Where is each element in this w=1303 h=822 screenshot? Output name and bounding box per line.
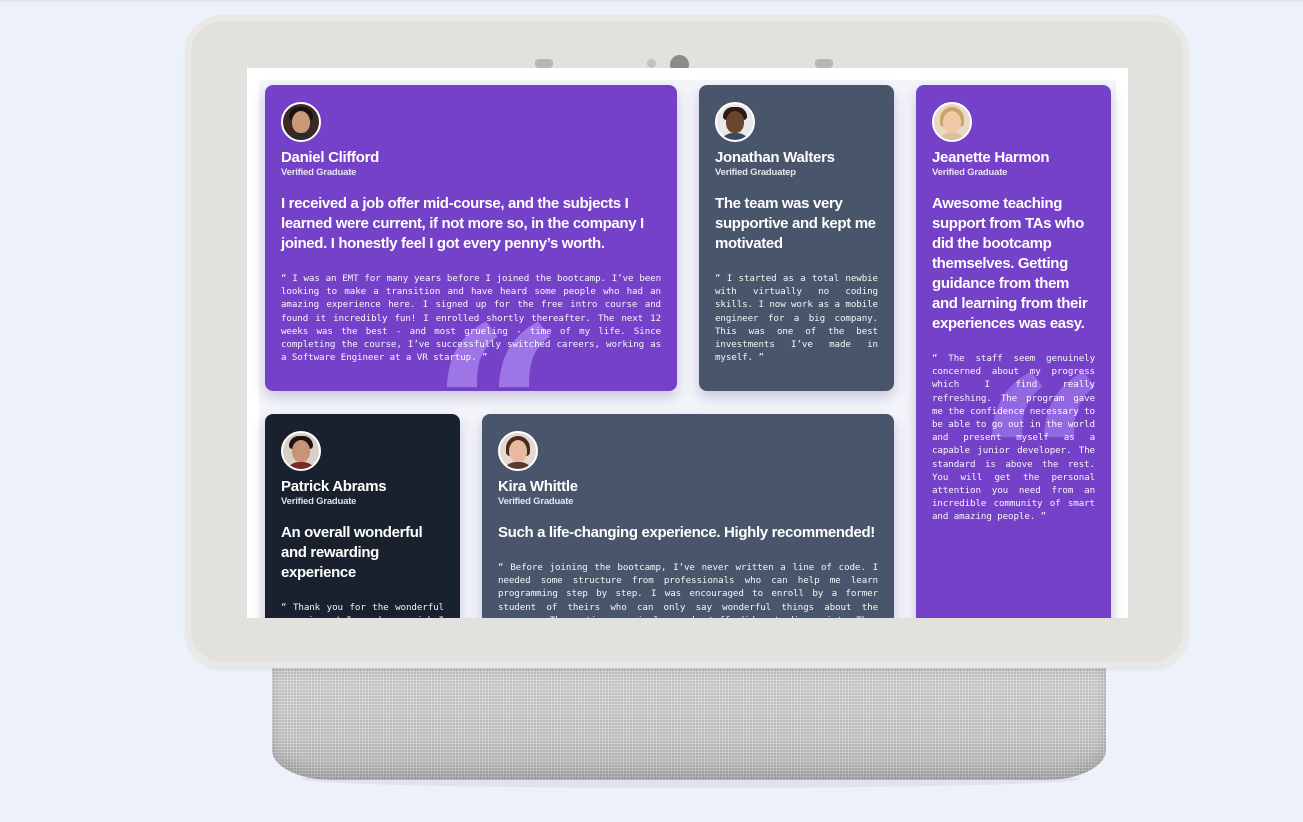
testimonial-body: “ I started as a total newbie with virtu…: [715, 273, 878, 364]
testimonial-name: Patrick Abrams: [281, 478, 387, 495]
page-top-border: [0, 0, 1303, 2]
testimonial-role: Verified Graduate: [498, 496, 574, 507]
testimonial-card-patrick: Patrick Abrams Verified Graduate An over…: [265, 414, 460, 618]
testimonial-role: Verified Graduate: [281, 496, 357, 507]
microphone-slot-left: [535, 59, 553, 68]
testimonial-name: Jonathan Walters: [715, 149, 835, 166]
microphone-slot-right: [815, 59, 833, 68]
testimonial-headline: I received a job offer mid-course, and t…: [281, 195, 644, 252]
testimonial-role: Verified Graduate: [281, 167, 357, 178]
testimonial-name: Jeanette Harmon: [932, 149, 1050, 166]
testimonial-headline: Awesome teaching support from TAs who di…: [932, 195, 1088, 332]
testimonial-card-kira: Kira Whittle Verified Graduate Such a li…: [482, 414, 894, 618]
testimonial-body: “ I was an EMT for many years before I j…: [281, 273, 661, 364]
testimonial-card-daniel: “ Daniel Clifford Verified Graduate I re…: [265, 85, 677, 391]
testimonial-role: Verified Graduatep: [715, 167, 796, 178]
ambient-light-sensor: [647, 59, 656, 68]
testimonial-name: Daniel Clifford: [281, 149, 380, 166]
testimonial-card-jonathan: Jonathan Walters Verified Graduatep The …: [699, 85, 894, 391]
avatar: [281, 102, 321, 142]
testimonial-name: Kira Whittle: [498, 478, 578, 495]
avatar: [932, 102, 972, 142]
device-screen: “ Daniel Clifford Verified Graduate I re…: [247, 68, 1128, 618]
avatar: [715, 102, 755, 142]
avatar: [281, 431, 321, 471]
testimonial-role: Verified Graduate: [932, 167, 1008, 178]
testimonial-card-jeanette: “ Jeanette Harmon Verified Graduate Awes…: [916, 85, 1111, 618]
testimonials-grid: “ Daniel Clifford Verified Graduate I re…: [259, 80, 1116, 618]
avatar: [498, 431, 538, 471]
testimonial-body: “ Before joining the bootcamp, I’ve neve…: [498, 562, 878, 618]
testimonial-body: “ Thank you for the wonderful experience…: [281, 602, 444, 618]
testimonial-headline: Such a life-changing experience. Highly …: [498, 524, 875, 541]
testimonial-headline: An overall wonderful and rewarding exper…: [281, 524, 423, 581]
testimonial-body: “ The staff seem genuinely concerned abo…: [932, 353, 1095, 523]
testimonial-headline: The team was very supportive and kept me…: [715, 195, 876, 252]
